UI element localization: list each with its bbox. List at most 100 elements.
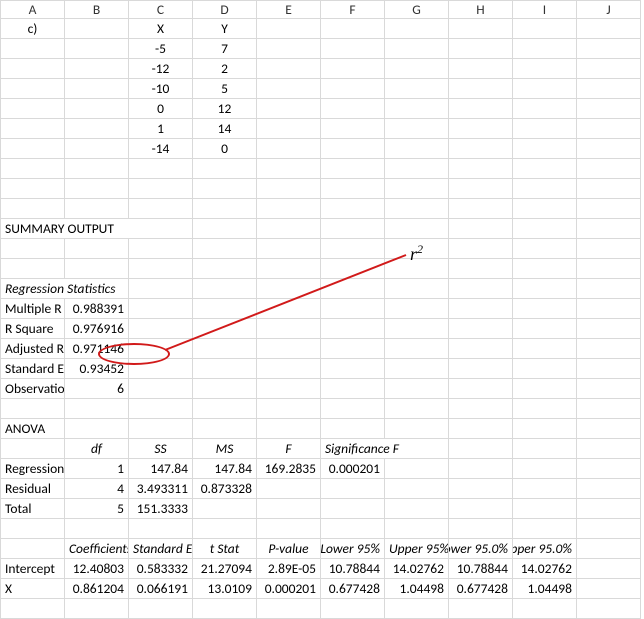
xy-header-y[interactable]: Y — [193, 19, 257, 39]
coef-header[interactable]: Upper 95.0% — [513, 539, 577, 559]
coef-cell[interactable]: 0.583332 — [129, 559, 193, 579]
stat-label[interactable]: Observations — [1, 379, 65, 399]
cell[interactable] — [65, 419, 129, 439]
col-header[interactable]: I — [513, 1, 577, 19]
cell[interactable] — [1, 59, 65, 79]
cell[interactable] — [321, 159, 385, 179]
cell[interactable] — [65, 199, 129, 219]
cell[interactable] — [129, 519, 193, 539]
cell[interactable] — [513, 99, 577, 119]
anova-cell[interactable] — [257, 499, 321, 519]
cell[interactable] — [385, 339, 449, 359]
cell[interactable] — [1, 119, 65, 139]
cell[interactable] — [577, 19, 641, 39]
cell[interactable] — [1, 539, 65, 559]
cell[interactable] — [385, 299, 449, 319]
cell[interactable] — [321, 259, 385, 279]
cell[interactable] — [449, 319, 513, 339]
y-val[interactable]: 0 — [193, 139, 257, 159]
cell[interactable] — [129, 319, 193, 339]
cell[interactable] — [577, 119, 641, 139]
cell[interactable] — [513, 159, 577, 179]
cell[interactable] — [513, 219, 577, 239]
cell[interactable] — [321, 339, 385, 359]
cell[interactable] — [449, 239, 513, 259]
col-header[interactable]: H — [449, 1, 513, 19]
coef-cell[interactable]: 14.02762 — [513, 559, 577, 579]
summary-title[interactable]: SUMMARY OUTPUT — [1, 219, 193, 239]
cell[interactable] — [257, 299, 321, 319]
coef-cell[interactable]: 2.89E-05 — [257, 559, 321, 579]
col-header[interactable]: C — [129, 1, 193, 19]
cell[interactable] — [129, 359, 193, 379]
col-header[interactable]: B — [65, 1, 129, 19]
cell[interactable] — [65, 259, 129, 279]
cell[interactable] — [577, 419, 641, 439]
cell[interactable] — [385, 379, 449, 399]
cell[interactable] — [257, 239, 321, 259]
cell[interactable] — [65, 599, 129, 619]
x-val[interactable]: 0 — [129, 99, 193, 119]
anova-title[interactable]: ANOVA — [1, 419, 65, 439]
cell[interactable] — [449, 19, 513, 39]
cell[interactable] — [321, 359, 385, 379]
cell[interactable] — [577, 359, 641, 379]
cell[interactable] — [449, 139, 513, 159]
coef-header[interactable]: Lower 95% — [321, 539, 385, 559]
cell[interactable] — [577, 59, 641, 79]
cell[interactable] — [449, 479, 513, 499]
cell[interactable] — [1, 159, 65, 179]
cell[interactable] — [449, 199, 513, 219]
x-val[interactable]: -10 — [129, 79, 193, 99]
cell[interactable] — [1, 179, 65, 199]
cell[interactable] — [449, 219, 513, 239]
cell[interactable] — [385, 39, 449, 59]
cell[interactable] — [193, 599, 257, 619]
cell[interactable] — [193, 319, 257, 339]
anova-row-label[interactable]: Residual — [1, 479, 65, 499]
cell[interactable] — [1, 519, 65, 539]
cell[interactable] — [321, 39, 385, 59]
cell[interactable] — [577, 259, 641, 279]
cell[interactable] — [449, 299, 513, 319]
cell[interactable] — [449, 459, 513, 479]
cell[interactable] — [513, 339, 577, 359]
cell[interactable] — [257, 79, 321, 99]
cell[interactable] — [577, 579, 641, 599]
cell[interactable] — [513, 59, 577, 79]
cell[interactable] — [321, 419, 385, 439]
col-header[interactable]: E — [257, 1, 321, 19]
cell[interactable] — [257, 339, 321, 359]
x-val[interactable]: -14 — [129, 139, 193, 159]
coef-row-label[interactable]: X — [1, 579, 65, 599]
cell[interactable] — [257, 119, 321, 139]
cell[interactable] — [513, 299, 577, 319]
cell[interactable] — [257, 599, 321, 619]
cell[interactable] — [577, 219, 641, 239]
cell[interactable] — [129, 259, 193, 279]
coef-header[interactable]: t Stat — [193, 539, 257, 559]
anova-cell[interactable]: 5 — [65, 499, 129, 519]
anova-cell[interactable] — [193, 499, 257, 519]
cell[interactable] — [513, 259, 577, 279]
coef-row-label[interactable]: Intercept — [1, 559, 65, 579]
cell[interactable] — [65, 39, 129, 59]
col-header[interactable]: D — [193, 1, 257, 19]
coef-cell[interactable]: 10.78844 — [449, 559, 513, 579]
cell[interactable] — [449, 279, 513, 299]
cell[interactable] — [385, 599, 449, 619]
anova-header-df[interactable]: df — [65, 439, 129, 459]
cell[interactable] — [385, 139, 449, 159]
cell[interactable] — [129, 159, 193, 179]
cell[interactable] — [513, 119, 577, 139]
coef-cell[interactable]: 13.0109 — [193, 579, 257, 599]
cell[interactable] — [257, 419, 321, 439]
cell[interactable] — [129, 179, 193, 199]
cell[interactable] — [193, 219, 257, 239]
cell[interactable] — [65, 99, 129, 119]
anova-header-ms[interactable]: MS — [193, 439, 257, 459]
cell[interactable] — [577, 399, 641, 419]
coef-header[interactable]: Upper 95% — [385, 539, 449, 559]
cell[interactable] — [577, 479, 641, 499]
cell[interactable] — [513, 319, 577, 339]
